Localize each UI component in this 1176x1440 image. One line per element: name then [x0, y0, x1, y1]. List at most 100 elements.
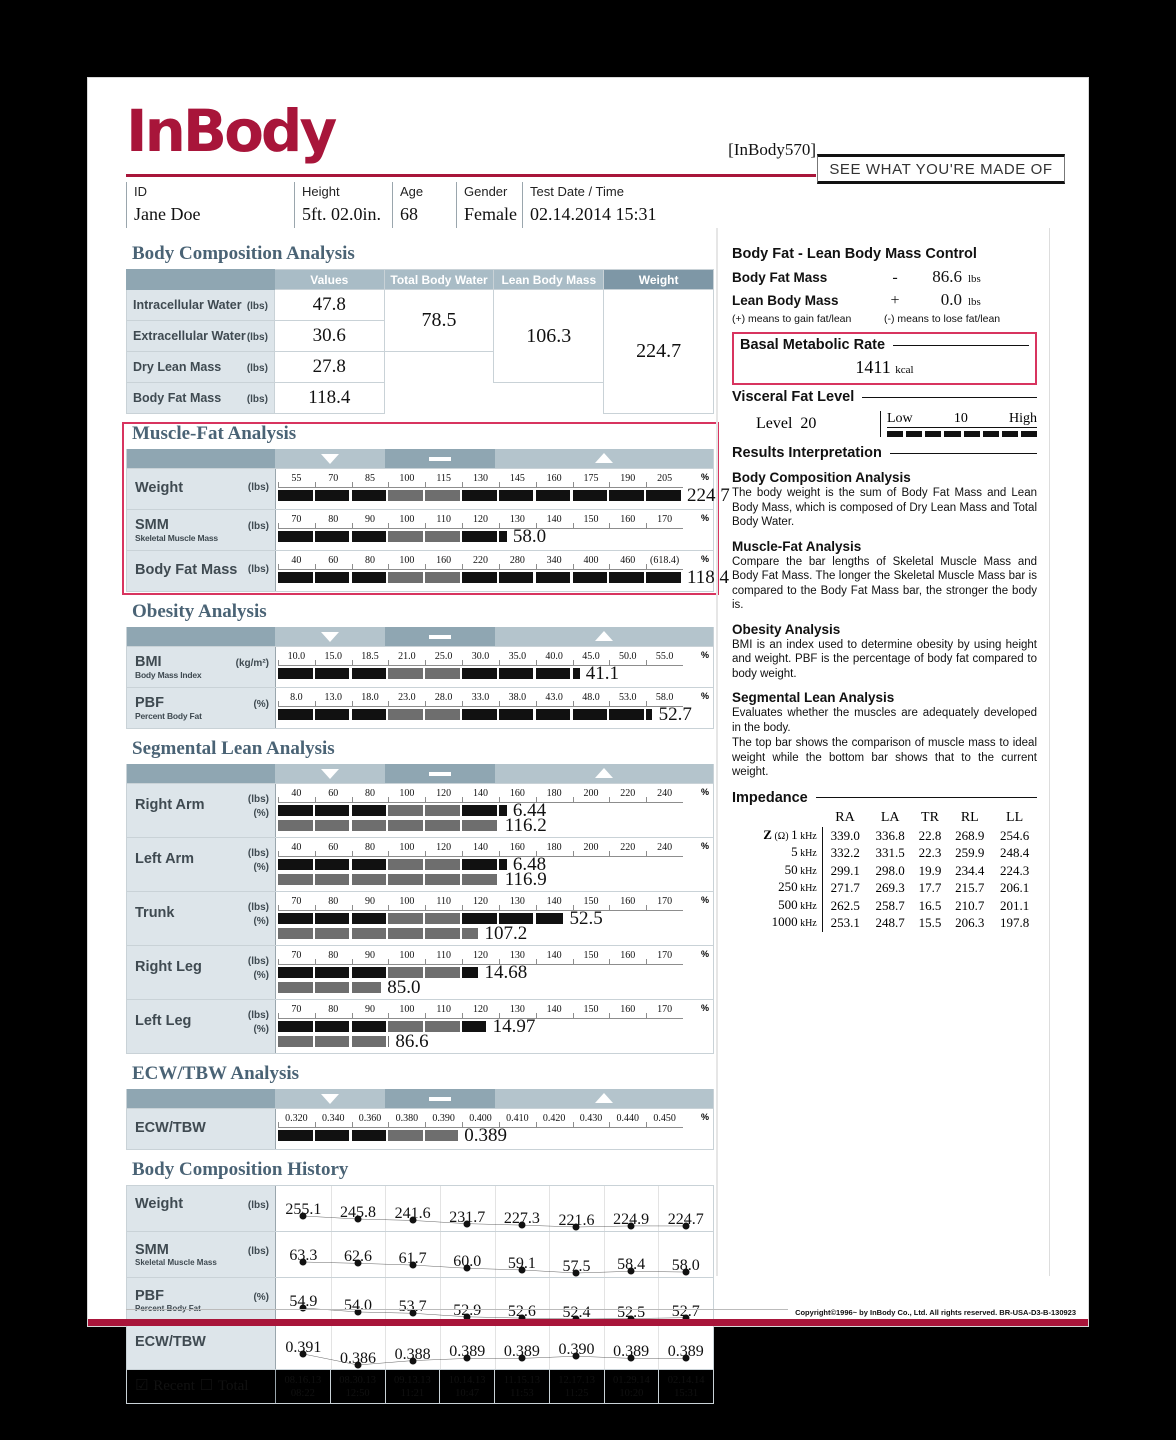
footer-divider — [126, 1309, 788, 1310]
muscle-fat-bars: Weight (lbs) 55 70 85 100 115 130 145 160 175 190 20… — [126, 449, 730, 592]
fat-lean-control-rows: Body Fat Mass - 86.6 lbs Lean Body Mass +0.0 l… — [732, 267, 1037, 310]
bar-segment — [314, 1130, 350, 1141]
scale-tick-mark — [609, 905, 611, 910]
bar-segment — [572, 668, 580, 679]
scale-tick-label: 35.0 — [508, 651, 527, 662]
bar-value: 52.5 — [569, 908, 603, 929]
bar-segment — [462, 531, 497, 542]
scale-tick-mark — [278, 701, 279, 706]
scale-tick-label: (618.4) — [649, 555, 680, 566]
patient-field-test-date-time: Test Date / Time 02.14.2014 15:31 — [522, 182, 702, 228]
gauge-seg — [925, 431, 942, 437]
scale-tick-label: 0.390 — [432, 1113, 455, 1124]
scale-tick-mark — [462, 851, 464, 856]
scale-tick-mark — [535, 701, 537, 706]
scale-tick-label: 70 — [291, 514, 302, 525]
bar-row-label: ECW/TBW — [127, 1109, 275, 1149]
weight-value: 224.7 — [603, 289, 714, 414]
scale-tick-mark — [609, 959, 611, 964]
scale-tick-mark — [498, 701, 500, 706]
scale-tick-label: 48.0 — [582, 692, 600, 703]
bar-scale: 40 60 80 100 120 140 160 180 200 220 240% — [278, 840, 709, 857]
band-label-spacer — [127, 627, 275, 646]
scale-tick-mark — [609, 797, 611, 802]
frequency-unit: kHz — [797, 848, 817, 859]
report-footer: Copyright©1996~ by InBody Co., Ltd. All … — [88, 1308, 1088, 1326]
segment-graph-area: 70 80 90 100 110 120 130 140 150 160 170% 14.97 86.6 — [275, 1000, 713, 1053]
impedance-value: 22.3 — [918, 845, 942, 860]
bar-segment — [572, 572, 608, 583]
bar-segment — [462, 928, 479, 939]
impedance-value: 215.7 — [955, 880, 985, 895]
scale-tick-mark — [462, 1122, 464, 1127]
history-row-label: SMM Skeletal Muscle Mass (lbs) — [127, 1232, 275, 1277]
bar-scale: 55 70 85 100 115 130 145 160 175 190 205% — [278, 471, 709, 488]
icw-value: 47.8 — [273, 289, 385, 321]
impedance-value: 339.0 — [830, 827, 860, 843]
field-value: 5ft. 02.0in. — [302, 204, 381, 224]
field-key: Gender — [464, 184, 508, 199]
scale-tick-label: 150 — [583, 896, 599, 907]
scale-tick-label: 0.400 — [469, 1113, 492, 1124]
scale-tick-mark — [609, 1122, 611, 1127]
segment-unit-pct: (%) — [253, 862, 269, 873]
bar-segment — [351, 490, 387, 501]
bar-segment — [535, 668, 571, 679]
scale-tick-mark — [462, 482, 464, 487]
bar-scale: 40 60 80 100 120 140 160 180 200 220 240% — [278, 786, 709, 803]
scale-tick-label: 60 — [328, 555, 339, 566]
history-date: 09.13.13 — [394, 1375, 431, 1386]
scale-tick-label: 80 — [365, 555, 376, 566]
scale-tick-mark — [278, 660, 279, 665]
checkbox-unchecked-icon[interactable]: ☐ — [195, 1376, 218, 1394]
bar-unit: (lbs) — [247, 521, 269, 532]
bar-label-sub: Percent Body Fat — [135, 711, 202, 721]
scale-tick-label: 160 — [620, 514, 636, 525]
scale-tick-label: 100 — [399, 788, 415, 799]
bar-row-label: Body Fat Mass (lbs) — [127, 551, 275, 591]
report-page: InBody [InBody570] SEE WHAT YOU'RE MADE … — [88, 78, 1088, 1404]
scale-tick-label: 150 — [583, 514, 599, 525]
bar-track: 224.7 — [278, 485, 730, 506]
history-row: Weight (lbs) 255.1 245.8 241.6 231.7 227.3 221.… — [127, 1186, 713, 1232]
history-data-label: 231.7 — [449, 1208, 486, 1226]
bar-segment — [425, 490, 460, 501]
bar-value: 107.2 — [484, 923, 528, 944]
total-label[interactable]: Total — [218, 1378, 249, 1394]
percent-symbol: % — [700, 841, 709, 851]
control-note-lose: (-) means to lose fat/lean — [884, 313, 1001, 325]
scale-tick-mark — [498, 660, 500, 665]
scale-tick-label: 400 — [583, 555, 599, 566]
frequency-value: 500 — [778, 896, 798, 912]
visceral-level-label: Level — [756, 415, 793, 432]
bar-value: 14.68 — [484, 962, 528, 983]
band-label-spacer — [127, 449, 275, 468]
band-over — [495, 764, 713, 783]
checkbox-checked-icon[interactable]: ☑ — [135, 1376, 153, 1394]
impedance-value: 201.1 — [999, 897, 1030, 913]
gauge-segments — [887, 431, 1037, 437]
scale-tick-label: 50.0 — [619, 651, 637, 662]
history-data-label: 57.5 — [562, 1258, 591, 1275]
scale-tick-mark — [535, 959, 537, 964]
scale-tick-label: 60 — [328, 842, 339, 853]
scale-tick-mark — [278, 1122, 279, 1127]
scale-tick-label: 120 — [473, 950, 488, 961]
scale-tick-mark — [351, 1013, 353, 1018]
scale-tick-mark — [278, 959, 279, 964]
gauge-seg — [887, 431, 904, 437]
segment-label: Left Leg (lbs) (%) — [127, 1000, 275, 1053]
bar-segment — [425, 805, 460, 816]
gauge-seg — [982, 431, 999, 437]
bar-segment — [314, 982, 350, 993]
bar-segment — [388, 709, 424, 720]
history-time: 08:22 — [290, 1388, 315, 1399]
impedance-col-ll: LL — [1006, 809, 1024, 825]
impedance-value: 22.8 — [918, 827, 942, 843]
dash-icon — [429, 457, 451, 461]
frequency-unit: kHz — [797, 830, 817, 842]
recent-label[interactable]: Recent — [153, 1378, 195, 1394]
gauge-seg — [906, 431, 923, 437]
bar-value: 116.2 — [504, 815, 547, 836]
impedance-row: 250 kHz 271.7 269.3 17.7 215.7 206.1 — [732, 879, 1037, 897]
